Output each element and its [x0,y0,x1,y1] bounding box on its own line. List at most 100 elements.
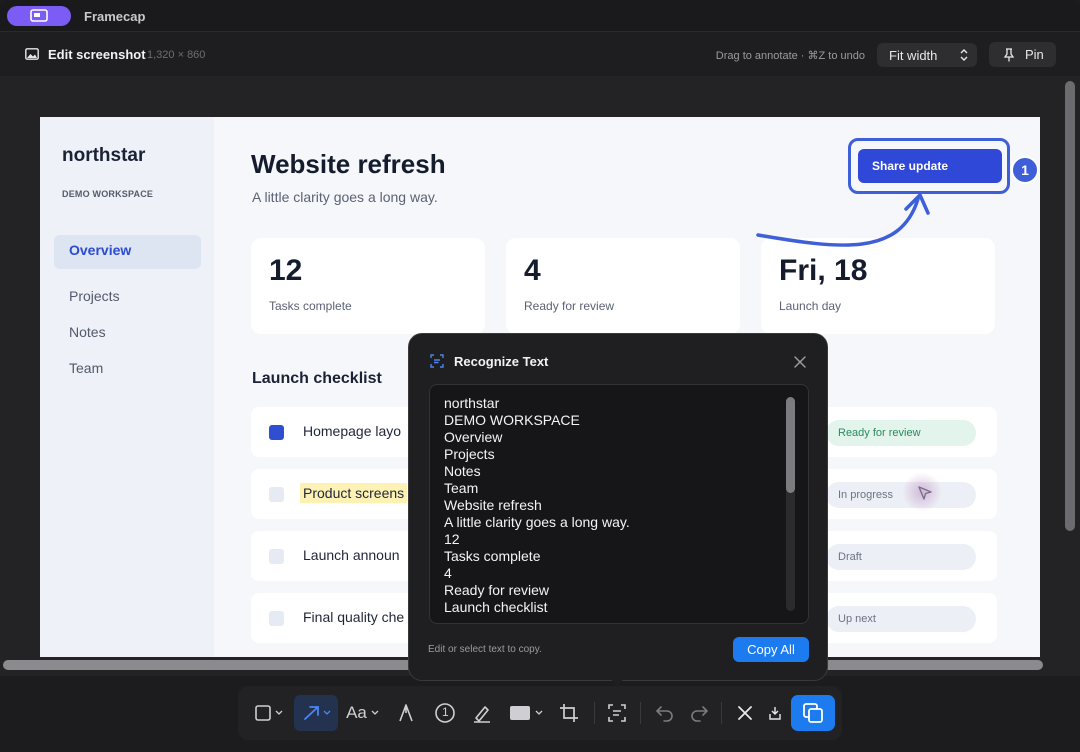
toolbar-divider [594,702,595,724]
screenshot-nav-team: Team [69,360,104,376]
zoom-select[interactable]: Fit width [877,43,977,67]
highlighter-icon [474,706,490,723]
checkbox-checked [269,425,284,440]
arrow-icon [304,706,331,720]
recognize-text-tool[interactable] [603,695,631,731]
checklist-text: Homepage layo [303,423,402,439]
stat-label: Launch day [779,299,842,313]
popup-pointer [608,676,626,686]
vertical-scrollbar[interactable] [1065,81,1075,531]
recognized-text-lines: northstar DEMO WORKSPACE Overview Projec… [444,395,630,616]
crop-tool[interactable] [555,695,583,731]
recognized-line: DEMO WORKSPACE [444,412,580,428]
copy-button[interactable] [791,695,835,731]
undo-icon [655,706,673,722]
screen-icon [30,9,48,22]
screenshot-share-button: Share update [858,149,1002,183]
stat-value: Fri, 18 [779,254,868,287]
recognized-line: Launch checklist [444,599,548,615]
redo-button[interactable] [685,695,713,731]
copy-all-button[interactable]: Copy All [733,637,809,662]
screenshot-nav-projects: Projects [69,288,120,304]
checkbox [269,549,284,564]
checkbox [269,611,284,626]
stat-card: 4 Ready for review [506,238,740,334]
toolbar-divider [640,702,641,724]
status-badge: In progress [826,482,976,508]
screenshot-subtitle: A little clarity goes a long way. [252,189,438,205]
checklist-text-highlighted: Product screens [300,483,408,503]
pen-tool[interactable] [392,695,420,731]
checkbox [269,487,284,502]
recognized-line: 4 [444,565,452,581]
stat-card: Fri, 18 Launch day [761,238,995,334]
recognized-line: Overview [444,429,503,445]
text-scan-icon [608,704,626,722]
recognized-line: 12 [444,531,460,547]
screenshot-workspace: DEMO WORKSPACE [62,189,154,199]
recognized-line: A little clarity goes a long way. [444,514,630,530]
pen-nib-icon [399,704,413,722]
recognized-line: Team [444,480,479,496]
popup-hint: Edit or select text to copy. [428,644,542,655]
text-tool-label: Aa [346,703,367,722]
image-dimensions: 1,320 × 860 [147,49,206,61]
close-icon [738,706,752,720]
recognized-line: Website refresh [444,497,542,513]
app-window: Framecap Edit screenshot 1,320 × 860 Dra… [0,0,1080,752]
redo-icon [691,706,709,722]
checklist-text: Final quality che [303,609,405,625]
crop-icon [560,704,578,722]
toolbar-divider [721,702,722,724]
checklist-text: Launch announ [303,547,400,563]
discard-button[interactable] [731,695,759,731]
counter-tool[interactable]: 1 [431,695,459,731]
rectangle-icon [255,705,283,721]
undo-button[interactable] [651,695,679,731]
app-badge[interactable] [7,6,71,26]
screenshot-section-title: Launch checklist [252,370,382,387]
fill-tool[interactable] [506,695,546,731]
popup-title: Recognize Text [454,354,549,369]
text-tool[interactable]: Aa [342,695,384,731]
stat-card: 12 Tasks complete [251,238,485,334]
editor-header: Edit screenshot 1,320 × 860 Drag to anno… [0,32,1080,76]
stat-label: Ready for review [524,299,615,313]
stat-label: Tasks complete [269,299,352,313]
screenshot-nav-notes: Notes [69,324,106,340]
recognized-line: Tasks complete [444,548,541,564]
text-scan-icon [430,354,444,368]
pin-icon [1003,47,1015,61]
recognized-line: Projects [444,446,495,462]
recognized-text-area[interactable]: northstar DEMO WORKSPACE Overview Projec… [429,384,809,624]
status-badge: Up next [826,606,976,632]
text-area-scrollbar[interactable] [786,397,795,493]
cursor-icon [918,486,932,500]
screenshot-brand: northstar [62,145,146,166]
highlighter-tool[interactable] [468,695,496,731]
rectangle-tool[interactable] [248,695,288,731]
title-bar: Framecap [0,0,1080,32]
status-badge: Ready for review [826,420,976,446]
save-button[interactable] [762,695,788,731]
annotation-counter[interactable]: 1 [1011,156,1039,184]
page-title: Edit screenshot [48,47,146,62]
stat-value: 4 [524,254,541,287]
pin-button-label: Pin [1025,47,1044,62]
image-icon [25,48,39,60]
chevron-up-down-icon [960,49,968,61]
app-name: Framecap [84,9,146,24]
fill-rect-icon [510,706,543,720]
arrow-tool[interactable] [294,695,338,731]
copy-icon [803,703,823,723]
stat-value: 12 [269,254,303,287]
close-icon[interactable] [794,356,806,368]
counter-tool-label: 1 [442,705,449,719]
recognized-line: Notes [444,463,481,479]
recognized-line: Ready for review [444,582,550,598]
pin-button[interactable]: Pin [989,42,1056,67]
zoom-select-label: Fit width [889,47,938,63]
screenshot-title: Website refresh [251,149,446,179]
annotate-hint: Drag to annotate · ⌘Z to undo [715,50,865,62]
status-badge: Draft [826,544,976,570]
